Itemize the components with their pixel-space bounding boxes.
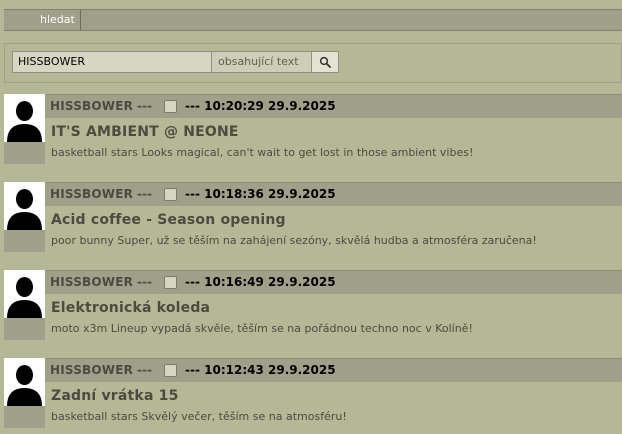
user-silhouette-icon bbox=[7, 101, 42, 142]
post-separator: --- bbox=[137, 99, 152, 113]
avatar-padding bbox=[4, 318, 45, 340]
post-author[interactable]: HISSBOWER bbox=[50, 271, 133, 293]
avatar[interactable] bbox=[4, 270, 45, 318]
post-separator: --- bbox=[137, 275, 152, 289]
avatar[interactable] bbox=[4, 94, 45, 142]
post-header: HISSBOWER --- --- 10:12:43 29.9.2025 bbox=[45, 358, 622, 382]
post-text: basketball stars Looks magical, can't wa… bbox=[51, 146, 474, 159]
avatar[interactable] bbox=[4, 358, 45, 406]
post-text: moto x3m Lineup vypadá skvěle, těším se … bbox=[51, 322, 473, 335]
avatar-padding bbox=[4, 142, 45, 164]
post-timestamp: --- 10:18:36 29.9.2025 bbox=[185, 187, 336, 201]
search-tab[interactable]: hledat bbox=[4, 10, 81, 30]
post-author[interactable]: HISSBOWER bbox=[50, 95, 133, 117]
post-checkbox[interactable] bbox=[164, 188, 177, 201]
post-text: poor bunny Super, už se těším na zahájen… bbox=[51, 234, 537, 247]
user-silhouette-icon bbox=[7, 365, 42, 406]
search-mode-select[interactable]: obsahující text bbox=[211, 51, 312, 73]
post-header: HISSBOWER --- --- 10:20:29 29.9.2025 bbox=[45, 94, 622, 118]
post-separator: --- bbox=[137, 363, 152, 377]
top-navigation-bar: hledat bbox=[4, 9, 622, 31]
search-input[interactable]: HISSBOWER bbox=[12, 51, 212, 73]
post-timestamp: --- 10:12:43 29.9.2025 bbox=[185, 363, 336, 377]
post-title[interactable]: Acid coffee - Season opening bbox=[51, 212, 286, 228]
user-silhouette-icon bbox=[7, 189, 42, 230]
post-text: basketball stars Skvělý večer, těším se … bbox=[51, 410, 347, 423]
search-icon bbox=[319, 56, 331, 68]
post-title[interactable]: Zadní vrátka 15 bbox=[51, 388, 179, 404]
post-author[interactable]: HISSBOWER bbox=[50, 183, 133, 205]
post-title[interactable]: IT'S AMBIENT @ NEONE bbox=[51, 124, 239, 140]
post-separator: --- bbox=[137, 187, 152, 201]
post-checkbox[interactable] bbox=[164, 364, 177, 377]
post-header: HISSBOWER --- --- 10:18:36 29.9.2025 bbox=[45, 182, 622, 206]
post-item: HISSBOWER --- --- 10:20:29 29.9.2025 IT'… bbox=[4, 94, 622, 164]
post-item: HISSBOWER --- --- 10:16:49 29.9.2025 Ele… bbox=[4, 270, 622, 340]
user-silhouette-icon bbox=[7, 277, 42, 318]
post-item: HISSBOWER --- --- 10:12:43 29.9.2025 Zad… bbox=[4, 358, 622, 428]
post-checkbox[interactable] bbox=[164, 100, 177, 113]
avatar[interactable] bbox=[4, 182, 45, 230]
post-author[interactable]: HISSBOWER bbox=[50, 359, 133, 381]
search-panel: HISSBOWER obsahující text bbox=[4, 43, 622, 83]
post-timestamp: --- 10:20:29 29.9.2025 bbox=[185, 99, 336, 113]
avatar-padding bbox=[4, 406, 45, 428]
post-timestamp: --- 10:16:49 29.9.2025 bbox=[185, 275, 336, 289]
avatar-padding bbox=[4, 230, 45, 252]
post-item: HISSBOWER --- --- 10:18:36 29.9.2025 Aci… bbox=[4, 182, 622, 252]
post-header: HISSBOWER --- --- 10:16:49 29.9.2025 bbox=[45, 270, 622, 294]
post-checkbox[interactable] bbox=[164, 276, 177, 289]
search-button[interactable] bbox=[311, 51, 339, 73]
post-title[interactable]: Elektronická koleda bbox=[51, 300, 210, 316]
